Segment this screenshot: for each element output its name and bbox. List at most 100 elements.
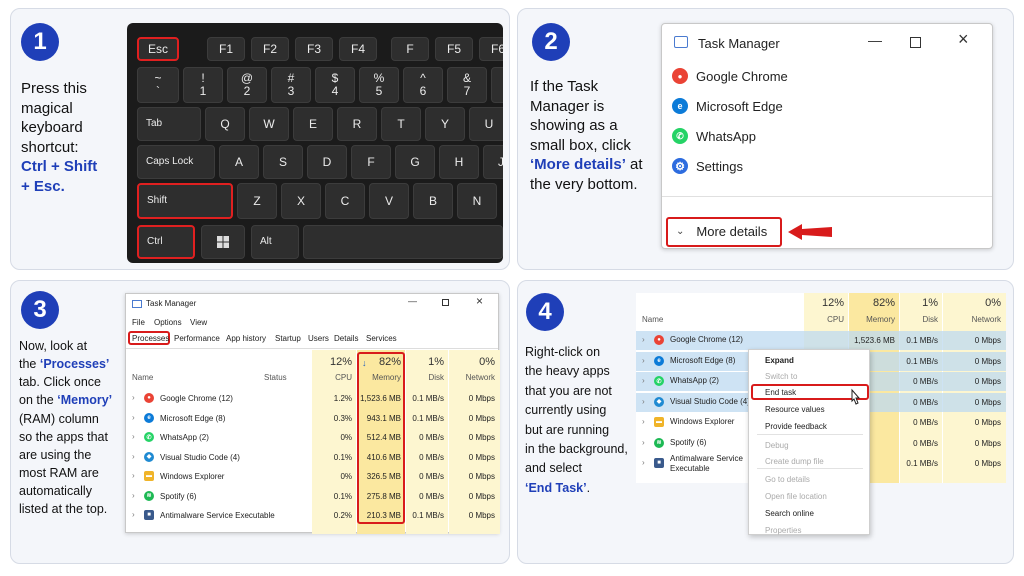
minimize-button[interactable]: —: [868, 32, 882, 48]
cpu-column-header[interactable]: CPU: [804, 315, 844, 324]
q-key[interactable]: Q: [205, 107, 245, 141]
g-key[interactable]: G: [395, 145, 435, 179]
menu-options[interactable]: Options: [154, 318, 182, 327]
disk-column-header[interactable]: Disk: [406, 373, 444, 382]
key-8-partial[interactable]: [491, 67, 503, 103]
h-key[interactable]: H: [439, 145, 479, 179]
app-item-edge[interactable]: e Microsoft Edge: [672, 98, 783, 114]
a-key[interactable]: A: [219, 145, 259, 179]
app-item-settings[interactable]: ⚙ Settings: [672, 158, 743, 174]
b-key[interactable]: B: [413, 183, 453, 219]
memory-column-header[interactable]: Memory: [849, 315, 895, 324]
caps-lock-key[interactable]: Caps Lock: [137, 145, 215, 179]
table-row[interactable]: › e Microsoft Edge (8) 0.3% 943.1 MB 0.1 MB/s…: [126, 410, 500, 428]
e-key[interactable]: E: [293, 107, 333, 141]
ctrl-key[interactable]: Ctrl: [137, 225, 195, 259]
expand-chevron-icon[interactable]: ›: [642, 417, 645, 426]
name-column-header[interactable]: Name: [642, 315, 663, 324]
tab-details[interactable]: Details: [334, 334, 358, 343]
key-6[interactable]: ^ 6: [403, 67, 443, 103]
tilde-key[interactable]: ~ `: [137, 67, 179, 103]
key-3[interactable]: #3: [271, 67, 311, 103]
f3-key[interactable]: F3: [295, 37, 333, 61]
expand-chevron-icon[interactable]: ›: [132, 510, 135, 519]
app-item-whatsapp[interactable]: ✆ WhatsApp: [672, 128, 756, 144]
context-menu-item-resource-values[interactable]: Resource values: [765, 405, 825, 414]
f5-key[interactable]: F5: [435, 37, 473, 61]
t-key[interactable]: T: [381, 107, 421, 141]
memory-column-header[interactable]: Memory: [357, 373, 401, 382]
table-row[interactable]: › ≋ Spotify (6) 0.1% 275.8 MB 0 MB/s 0 Mbps: [126, 488, 500, 506]
u-key[interactable]: U: [469, 107, 503, 141]
expand-chevron-icon[interactable]: ›: [642, 376, 645, 385]
key-2[interactable]: @2: [227, 67, 267, 103]
tab-key[interactable]: Tab: [137, 107, 201, 141]
y-key[interactable]: Y: [425, 107, 465, 141]
f4-key[interactable]: F4: [339, 37, 377, 61]
menu-view[interactable]: View: [190, 318, 207, 327]
table-row[interactable]: › ● Google Chrome (12) 1,523.6 MB 0.1 MB/s 0 …: [636, 331, 1006, 350]
w-key[interactable]: W: [249, 107, 289, 141]
key-7[interactable]: & 7: [447, 67, 487, 103]
expand-chevron-icon[interactable]: ›: [642, 438, 645, 447]
maximize-button[interactable]: [910, 37, 921, 48]
expand-chevron-icon[interactable]: ›: [132, 491, 135, 500]
f-key[interactable]: F: [351, 145, 391, 179]
table-row[interactable]: › ✆ WhatsApp (2) 0% 512.4 MB 0 MB/s 0 Mbps: [126, 429, 500, 447]
table-row[interactable]: › ▬ Windows Explorer 0% 326.5 MB 0 MB/s 0 Mbps: [126, 468, 500, 486]
tab-processes[interactable]: Processes: [132, 334, 169, 343]
menu-file[interactable]: File: [132, 318, 145, 327]
key-1[interactable]: ! 1: [183, 67, 223, 103]
table-row[interactable]: › ● Google Chrome (12) 1.2% 1,523.6 MB 0.1 MB…: [126, 390, 500, 408]
key-4[interactable]: $4: [315, 67, 355, 103]
expand-chevron-icon[interactable]: ›: [132, 393, 135, 402]
close-button[interactable]: ×: [476, 294, 483, 308]
cpu-column-header[interactable]: CPU: [312, 373, 352, 382]
close-button[interactable]: ×: [958, 29, 969, 50]
f2-key[interactable]: F2: [251, 37, 289, 61]
key-5[interactable]: % 5: [359, 67, 399, 103]
alt-key[interactable]: Alt: [251, 225, 299, 259]
tab-users[interactable]: Users: [308, 334, 329, 343]
expand-chevron-icon[interactable]: ›: [642, 335, 645, 344]
windows-key[interactable]: [201, 225, 245, 259]
z-key[interactable]: Z: [237, 183, 277, 219]
tab-app-history[interactable]: App history: [226, 334, 266, 343]
expand-chevron-icon[interactable]: ›: [642, 356, 645, 365]
n-key[interactable]: N: [457, 183, 497, 219]
d-key[interactable]: D: [307, 145, 347, 179]
expand-chevron-icon[interactable]: ›: [642, 458, 645, 467]
minimize-button[interactable]: —: [408, 296, 417, 306]
esc-key[interactable]: Esc: [137, 37, 179, 61]
j-key[interactable]: J: [483, 145, 503, 179]
v-key[interactable]: V: [369, 183, 409, 219]
context-menu-item-provide-feedback[interactable]: Provide feedback: [765, 422, 827, 431]
expand-chevron-icon[interactable]: ›: [132, 471, 135, 480]
expand-chevron-icon[interactable]: ›: [132, 413, 135, 422]
f1-key[interactable]: F1: [207, 37, 245, 61]
table-row[interactable]: › ■ Antimalware Service Executable 0.2% 210.…: [126, 507, 500, 525]
disk-column-header[interactable]: Disk: [900, 315, 938, 324]
shift-key[interactable]: Shift: [137, 183, 233, 219]
r-key[interactable]: R: [337, 107, 377, 141]
status-column-header[interactable]: Status: [264, 373, 287, 382]
more-details-button[interactable]: ⌄ More details: [676, 224, 767, 239]
expand-chevron-icon[interactable]: ›: [132, 432, 135, 441]
maximize-button[interactable]: [442, 299, 449, 306]
tab-startup[interactable]: Startup: [275, 334, 301, 343]
table-row[interactable]: › ◆ Visual Studio Code (4) 0.1% 410.6 MB 0 MB…: [126, 449, 500, 467]
f-key-partial[interactable]: F: [391, 37, 429, 61]
expand-chevron-icon[interactable]: ›: [642, 397, 645, 406]
network-column-header[interactable]: Network: [449, 373, 495, 382]
x-key[interactable]: X: [281, 183, 321, 219]
context-menu-item-expand[interactable]: Expand: [765, 356, 794, 365]
context-menu-item-search-online[interactable]: Search online: [765, 509, 814, 518]
tab-services[interactable]: Services: [366, 334, 397, 343]
s-key[interactable]: S: [263, 145, 303, 179]
app-item-chrome[interactable]: ● Google Chrome: [672, 68, 788, 84]
tab-performance[interactable]: Performance: [174, 334, 220, 343]
network-column-header[interactable]: Network: [943, 315, 1001, 324]
f6-key[interactable]: F6: [479, 37, 503, 61]
space-bar[interactable]: [303, 225, 503, 259]
name-column-header[interactable]: Name: [132, 373, 153, 382]
